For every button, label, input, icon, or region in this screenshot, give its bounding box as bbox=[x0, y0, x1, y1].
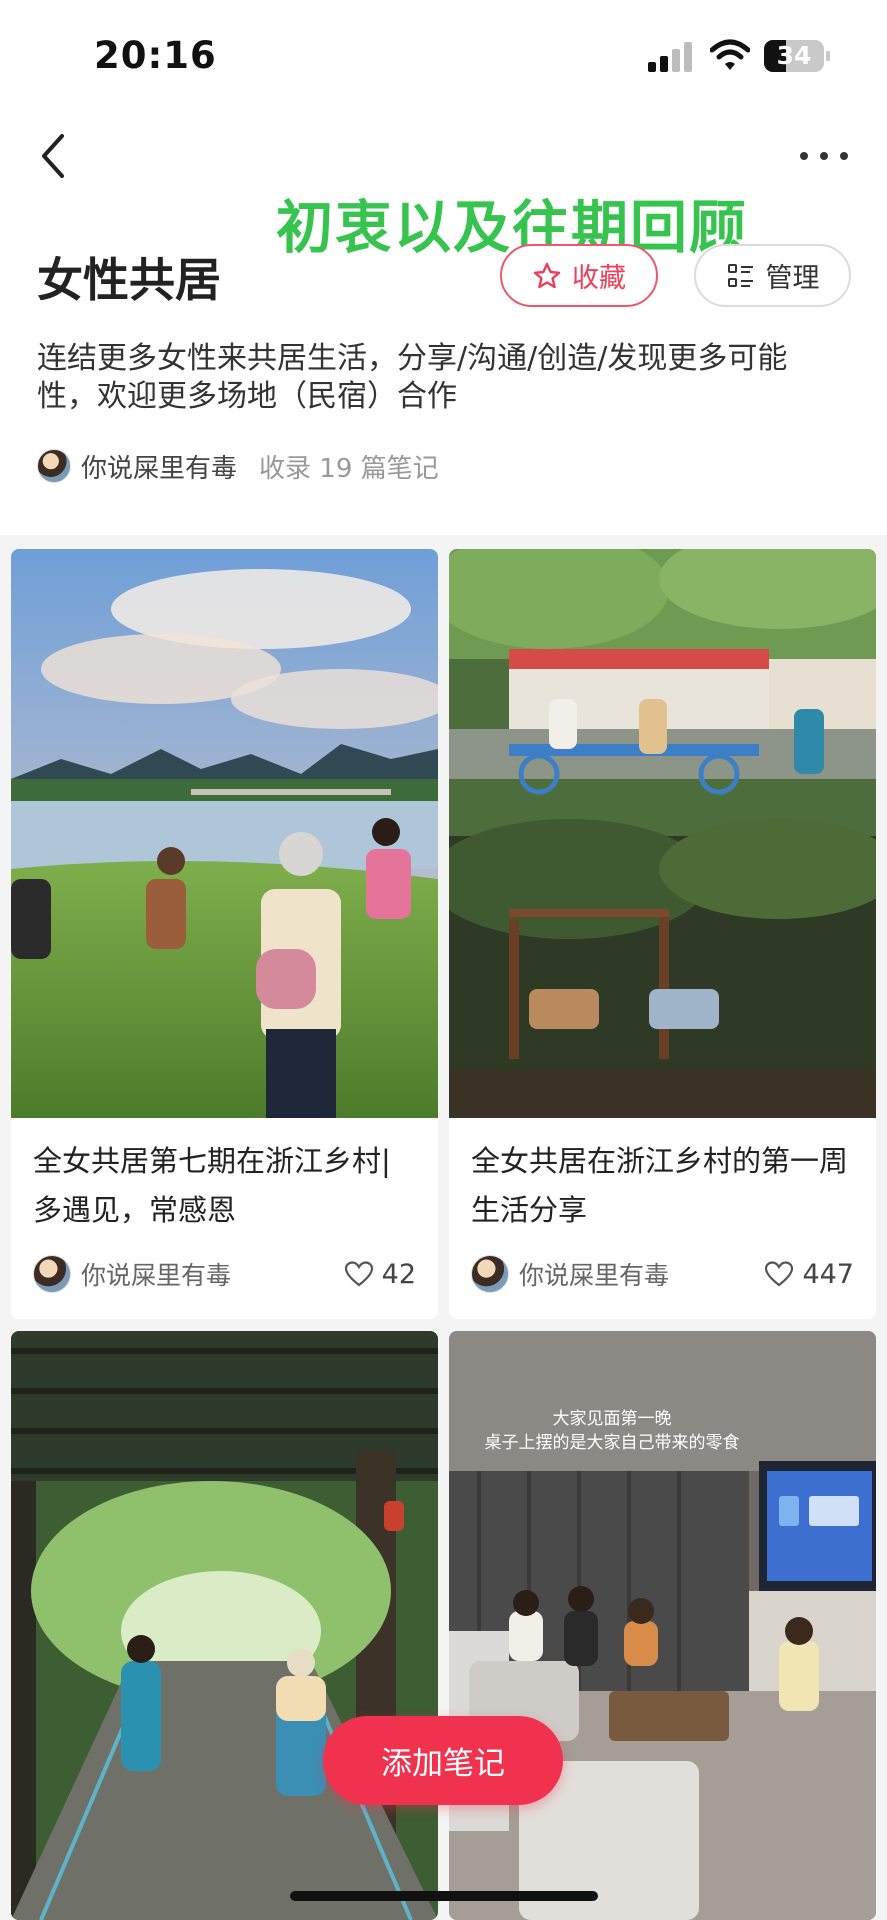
note-author-row[interactable]: 你说屎里有毒 bbox=[33, 1254, 231, 1294]
living-room-image: 大家见面第一晚 桌子上摆的是大家自己带来的零食 bbox=[449, 1331, 876, 1920]
note-author: 你说屎里有毒 bbox=[81, 1261, 232, 1290]
more-button[interactable] bbox=[796, 140, 852, 170]
note-author-row[interactable]: 你说屎里有毒 bbox=[471, 1254, 669, 1294]
village-activity-image bbox=[449, 549, 876, 1118]
wifi-icon bbox=[710, 39, 750, 70]
battery-level: 34 bbox=[776, 41, 812, 70]
board-description: 连结更多女性来共居生活，分享/沟通/创造/发现更多可能性，欢迎更多场地（民宿）合… bbox=[37, 341, 788, 414]
battery-tip bbox=[826, 51, 830, 61]
note-card[interactable]: 全女共居在浙江乡村的第一周生活分享 你说屎里有毒 447 bbox=[449, 549, 876, 1319]
landscape-image bbox=[11, 549, 438, 1118]
note-title[interactable]: 全女共居在浙江乡村的第一周生活分享 bbox=[471, 1137, 861, 1235]
like-button[interactable]: 447 bbox=[764, 1254, 854, 1294]
like-count: 42 bbox=[381, 1258, 416, 1290]
page-title: 女性共居 bbox=[37, 253, 221, 307]
heart-icon bbox=[765, 1261, 794, 1287]
note-image[interactable] bbox=[11, 1331, 438, 1920]
note-image[interactable]: 大家见面第一晚 桌子上摆的是大家自己带来的零食 bbox=[449, 1331, 876, 1920]
note-image[interactable] bbox=[11, 549, 438, 1118]
back-button[interactable] bbox=[34, 128, 74, 184]
list-icon bbox=[727, 263, 753, 287]
more-dot bbox=[840, 152, 848, 160]
collect-label: 收藏 bbox=[572, 263, 626, 294]
like-button[interactable]: 42 bbox=[344, 1254, 416, 1294]
note-card[interactable] bbox=[11, 1331, 438, 1920]
note-card[interactable]: 大家见面第一晚 桌子上摆的是大家自己带来的零食 bbox=[449, 1331, 876, 1920]
star-icon bbox=[533, 262, 561, 288]
more-dots-icon bbox=[800, 152, 808, 160]
note-card[interactable]: 全女共居第七期在浙江乡村| 多遇见，常感恩 你说屎里有毒 42 bbox=[11, 549, 438, 1319]
image-caption-line2: 桌子上摆的是大家自己带来的零食 bbox=[485, 1433, 740, 1453]
signal-icon bbox=[648, 42, 694, 72]
avatar[interactable] bbox=[37, 449, 71, 483]
note-title[interactable]: 全女共居第七期在浙江乡村| 多遇见，常感恩 bbox=[33, 1137, 423, 1235]
board-meta: 你说屎里有毒 收录 19 篇笔记 bbox=[37, 447, 439, 485]
avatar bbox=[33, 1255, 71, 1293]
manage-button[interactable]: 管理 bbox=[694, 244, 851, 307]
heart-icon bbox=[344, 1261, 373, 1287]
note-author: 你说屎里有毒 bbox=[519, 1261, 670, 1290]
pergola-path-image bbox=[11, 1331, 438, 1920]
home-indicator bbox=[290, 1891, 598, 1901]
status-bar: 20:16 34 bbox=[0, 0, 887, 110]
add-note-button[interactable]: 添加笔记 bbox=[323, 1716, 563, 1805]
more-dot bbox=[820, 152, 828, 160]
manage-label: 管理 bbox=[765, 263, 820, 294]
collect-button[interactable]: 收藏 bbox=[500, 244, 658, 307]
avatar bbox=[471, 1255, 509, 1293]
like-count: 447 bbox=[802, 1258, 854, 1290]
image-caption-line1: 大家见面第一晚 bbox=[553, 1409, 672, 1429]
note-count: 收录 19 篇笔记 bbox=[259, 453, 439, 484]
battery-icon: 34 bbox=[764, 40, 824, 72]
note-image[interactable] bbox=[449, 549, 876, 1118]
board-author[interactable]: 你说屎里有毒 bbox=[81, 448, 237, 485]
chevron-left-icon bbox=[42, 134, 64, 178]
status-time: 20:16 bbox=[94, 34, 217, 77]
